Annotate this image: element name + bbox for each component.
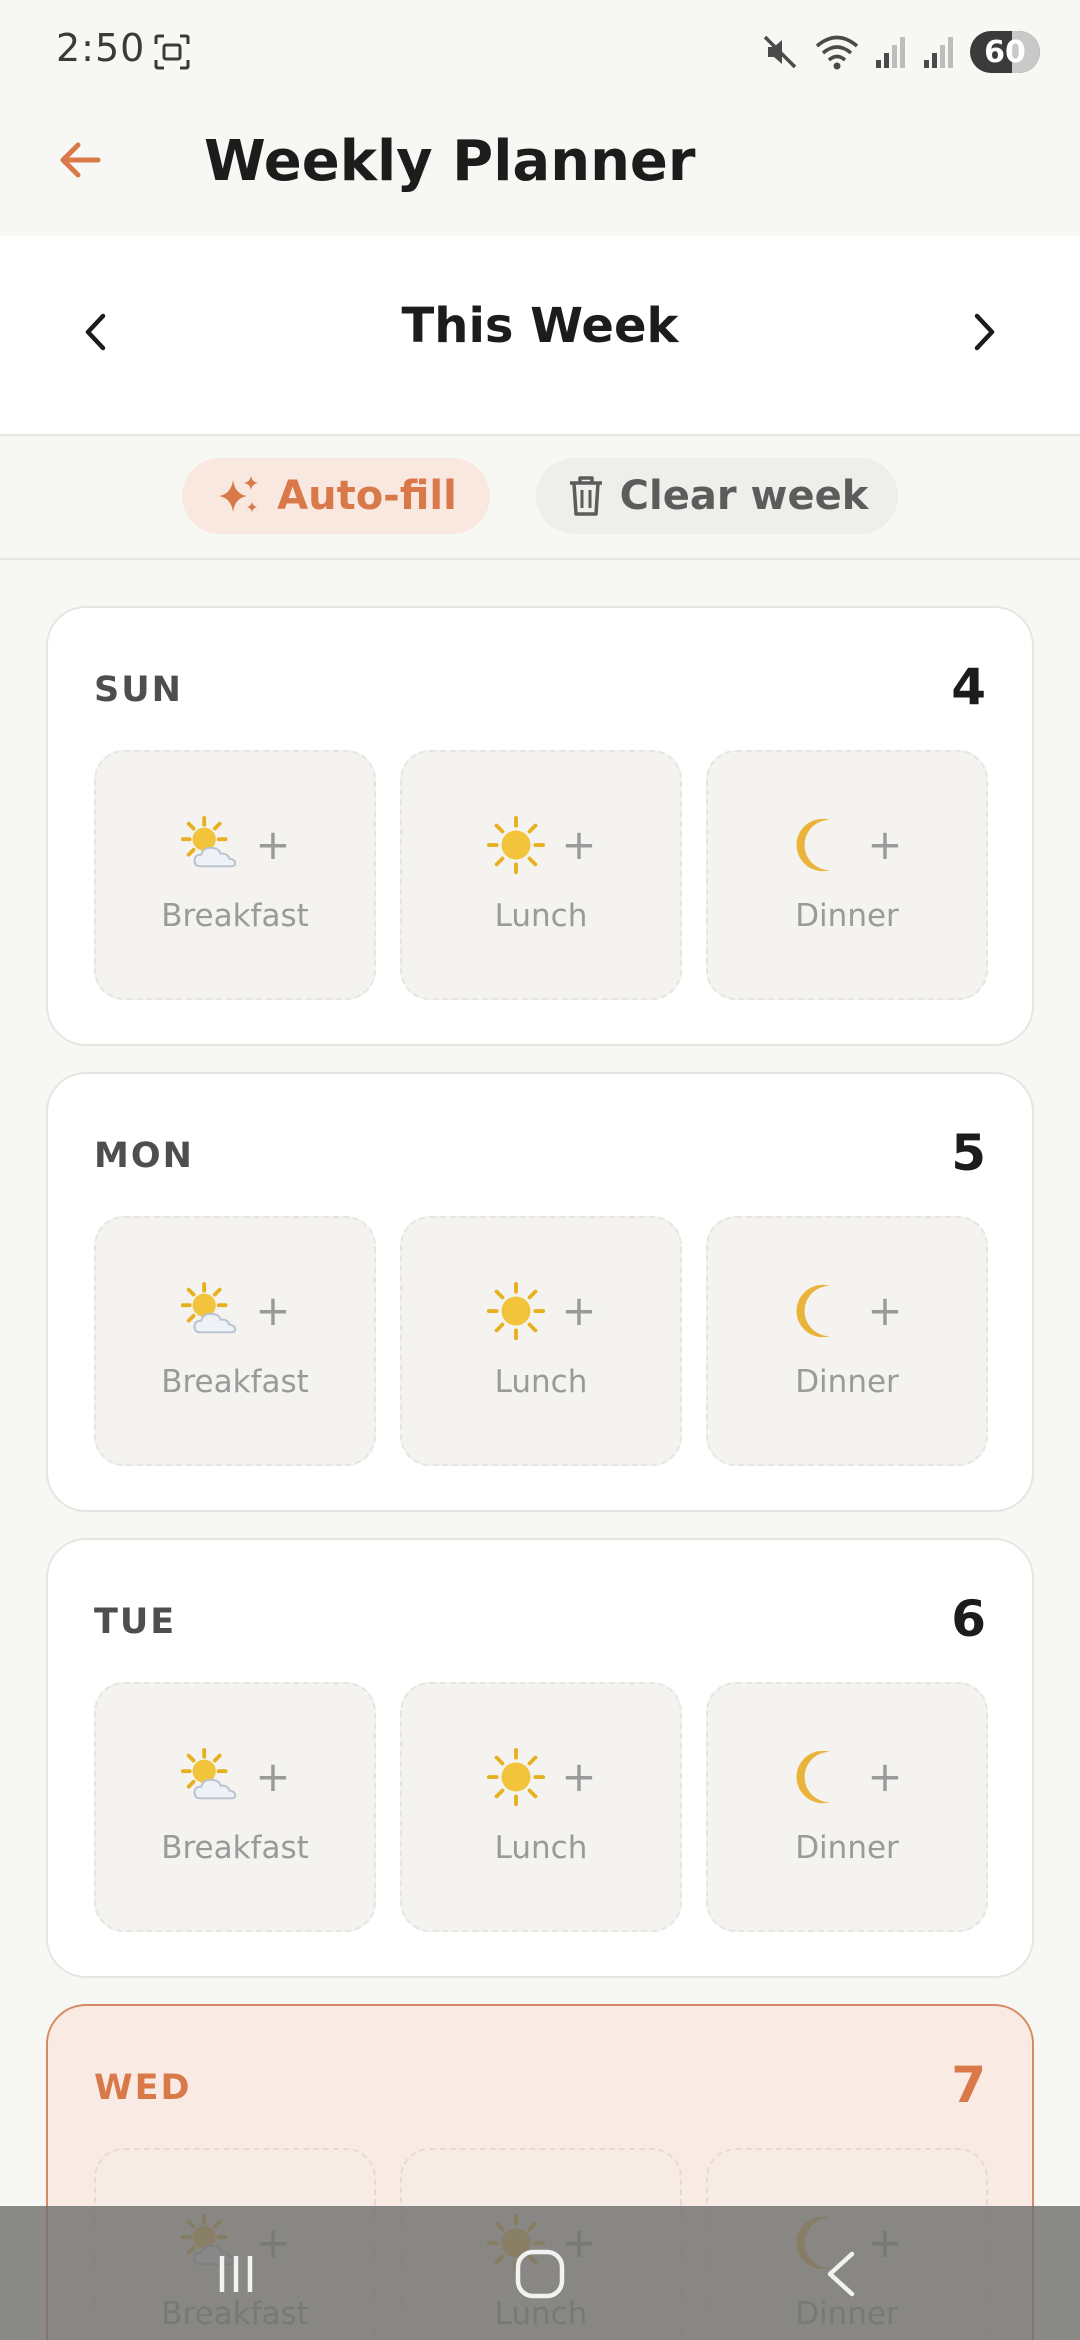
status-bar: 2:50 60 xyxy=(0,0,1080,104)
day-date: 4 xyxy=(951,658,986,716)
arrow-left-icon xyxy=(60,142,101,178)
trash-icon xyxy=(569,476,602,516)
home-icon xyxy=(515,2249,565,2299)
battery-indicator: 60 xyxy=(970,31,1040,73)
add-meal-plus: + xyxy=(867,820,903,869)
sun-behind-cloud-icon xyxy=(181,815,237,868)
sun-behind-cloud-icon xyxy=(181,1747,237,1800)
meal-slot-breakfast[interactable]: + Breakfast xyxy=(94,1216,376,1466)
crescent-moon-icon xyxy=(796,818,831,872)
add-meal-plus: + xyxy=(561,1752,597,1801)
sun-icon xyxy=(487,1747,546,1807)
day-card-tue: TUE 6 + Breakfast + Lunch + Dinner xyxy=(46,1538,1034,1978)
day-card-sun: SUN 4 + Breakfast + Lunch + Dinner xyxy=(46,606,1034,1046)
system-back-button[interactable] xyxy=(806,2238,878,2310)
auto-fill-label: Auto-fill xyxy=(277,473,457,519)
sparkles-icon xyxy=(219,476,259,512)
clear-week-label: Clear week xyxy=(619,473,869,519)
status-icons: 60 xyxy=(760,28,1040,76)
battery-level: 60 xyxy=(984,34,1026,70)
system-navigation-bar xyxy=(0,2206,1080,2340)
day-name: MON xyxy=(94,1136,194,1176)
meal-label: Lunch xyxy=(494,1830,588,1866)
day-name: SUN xyxy=(94,670,183,710)
signal-icon xyxy=(876,37,905,68)
app-bar: Weekly Planner xyxy=(0,104,1080,236)
add-meal-plus: + xyxy=(867,1286,903,1335)
signal-icon xyxy=(924,37,953,68)
meal-label: Breakfast xyxy=(161,1364,309,1400)
page-title: Weekly Planner xyxy=(204,129,696,194)
meal-label: Breakfast xyxy=(161,898,309,934)
meal-label: Breakfast xyxy=(161,1830,309,1866)
meal-label: Dinner xyxy=(795,1830,899,1866)
back-button[interactable] xyxy=(46,126,114,194)
sun-icon xyxy=(487,1281,546,1341)
meal-slot-dinner[interactable]: + Dinner xyxy=(706,750,988,1000)
day-name: WED xyxy=(94,2068,192,2108)
day-date: 6 xyxy=(951,1590,986,1648)
day-date: 5 xyxy=(951,1124,986,1182)
add-meal-plus: + xyxy=(255,820,291,869)
meal-slot-breakfast[interactable]: + Breakfast xyxy=(94,750,376,1000)
recent-apps-button[interactable] xyxy=(200,2238,272,2310)
add-meal-plus: + xyxy=(867,1752,903,1801)
add-meal-plus: + xyxy=(561,820,597,869)
sun-behind-cloud-icon xyxy=(181,1281,237,1334)
day-card-mon: MON 5 + Breakfast + Lunch + Dinner xyxy=(46,1072,1034,1512)
day-date: 7 xyxy=(951,2056,986,2114)
clear-week-button[interactable]: Clear week xyxy=(536,458,898,534)
add-meal-plus: + xyxy=(255,1286,291,1335)
meal-label: Dinner xyxy=(795,898,899,934)
home-button[interactable] xyxy=(504,2238,576,2310)
meal-slot-breakfast[interactable]: + Breakfast xyxy=(94,1682,376,1932)
chevron-right-icon xyxy=(974,313,995,351)
meal-slot-lunch[interactable]: + Lunch xyxy=(400,750,682,1000)
add-meal-plus: + xyxy=(561,1286,597,1335)
status-time: 2:50 xyxy=(56,26,146,70)
add-meal-plus: + xyxy=(255,1752,291,1801)
wifi-icon xyxy=(815,35,859,70)
next-week-button[interactable] xyxy=(944,292,1024,372)
meal-slot-lunch[interactable]: + Lunch xyxy=(400,1682,682,1932)
screenshot-icon xyxy=(154,34,190,70)
crescent-moon-icon xyxy=(796,1284,831,1338)
meal-label: Dinner xyxy=(795,1364,899,1400)
sun-icon xyxy=(487,815,546,875)
meal-slot-lunch[interactable]: + Lunch xyxy=(400,1216,682,1466)
recent-apps-icon xyxy=(219,2256,253,2292)
mute-icon xyxy=(763,35,797,69)
week-label: This Week xyxy=(401,298,679,354)
meal-slot-dinner[interactable]: + Dinner xyxy=(706,1216,988,1466)
day-name: TUE xyxy=(94,1602,177,1642)
back-chevron-icon xyxy=(827,2251,855,2297)
meal-label: Lunch xyxy=(494,898,588,934)
week-navigator: This Week xyxy=(0,236,1080,436)
action-row: Auto-fill Clear week xyxy=(0,436,1080,560)
crescent-moon-icon xyxy=(796,1750,831,1804)
meal-slot-dinner[interactable]: + Dinner xyxy=(706,1682,988,1932)
auto-fill-button[interactable]: Auto-fill xyxy=(182,458,490,534)
meal-label: Lunch xyxy=(494,1364,588,1400)
screen: 2:50 60 Weekly Planner This Week Auto-fi… xyxy=(0,0,1080,2340)
